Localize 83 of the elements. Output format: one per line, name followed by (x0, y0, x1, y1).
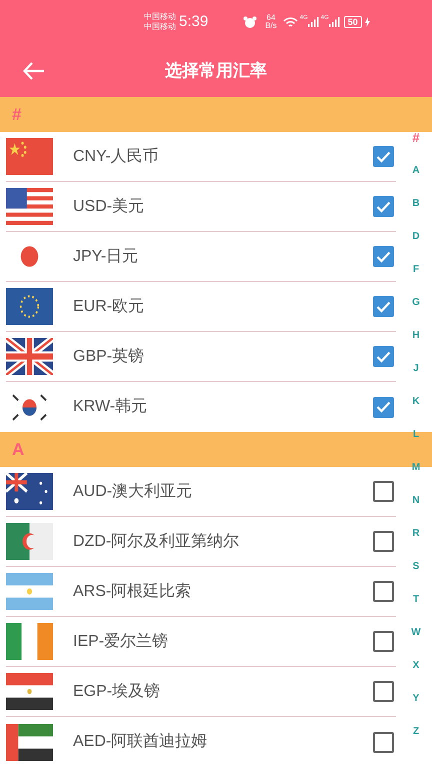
check-icon (376, 300, 391, 312)
currency-row[interactable]: EGP-埃及镑 (6, 667, 396, 717)
checkbox[interactable] (373, 531, 394, 552)
wifi-icon (282, 16, 298, 28)
currency-label: JPY-日元 (73, 246, 140, 266)
section-heading: A (12, 438, 24, 461)
clock-time: 5:39 (179, 12, 208, 32)
index-letter[interactable]: G (412, 286, 420, 319)
index-letter[interactable]: K (412, 385, 420, 418)
page-title: 选择常用汇率 (165, 60, 267, 82)
network-speed-unit: B/s (265, 22, 277, 30)
index-letter[interactable]: R (412, 517, 420, 550)
currency-label: AUD-澳大利亚元 (73, 482, 194, 502)
signal-icon (328, 17, 340, 27)
currency-row[interactable]: AUD-澳大利亚元 (6, 467, 396, 517)
flag-icon (6, 673, 53, 710)
checkbox[interactable] (373, 732, 394, 752)
checkbox[interactable] (373, 581, 394, 602)
index-letter[interactable]: A (412, 154, 420, 187)
index-letter[interactable]: Z (412, 715, 420, 748)
currency-row[interactable]: EUR-欧元 (6, 282, 396, 332)
currency-row[interactable]: GBP-英镑 (6, 332, 396, 382)
flag-icon (6, 523, 53, 560)
index-letter[interactable]: W (411, 616, 421, 649)
section-heading: # (12, 104, 22, 126)
index-letter[interactable]: J (413, 352, 419, 385)
currency-row[interactable]: ARS-阿根廷比索 (6, 567, 396, 617)
checkbox[interactable] (373, 681, 394, 702)
index-letter[interactable]: X (412, 649, 420, 682)
checkbox[interactable] (373, 396, 394, 418)
check-icon (376, 200, 391, 212)
check-icon (376, 401, 391, 413)
flag-icon (6, 473, 53, 510)
currency-label: AED-阿联酋迪拉姆 (73, 732, 208, 752)
index-letter[interactable]: F (412, 253, 420, 286)
checkbox[interactable] (373, 296, 394, 317)
index-letter[interactable]: # (412, 121, 420, 154)
carrier-label: 中国移动 (144, 12, 176, 22)
checkbox[interactable] (373, 481, 394, 502)
index-letter[interactable]: Y (412, 682, 420, 715)
currency-row[interactable]: DZD-阿尔及利亚第纳尔 (6, 517, 396, 567)
flag-icon (6, 188, 53, 225)
currency-row[interactable]: AED-阿联酋迪拉姆 (6, 717, 396, 767)
currency-label: EGP-埃及镑 (73, 682, 162, 702)
check-icon (376, 350, 391, 362)
currency-label: DZD-阿尔及利亚第纳尔 (73, 532, 240, 552)
flag-icon (6, 288, 53, 325)
network-speed: 64 (266, 14, 276, 22)
currency-label: GBP-英镑 (73, 346, 146, 366)
flag-icon (6, 338, 53, 375)
check-icon (376, 150, 391, 162)
currency-label: CNY-人民币 (73, 146, 160, 166)
currency-row[interactable]: USD-美元 (6, 182, 396, 232)
currency-label: ARS-阿根廷比索 (73, 582, 192, 602)
battery-indicator: 50 (344, 16, 362, 28)
charging-icon (364, 17, 370, 27)
flag-icon (6, 138, 53, 175)
checkbox[interactable] (373, 346, 394, 367)
carrier-label: 中国移动 (144, 22, 176, 32)
index-letter[interactable]: L (412, 418, 420, 451)
checkbox[interactable] (373, 146, 394, 167)
index-letter[interactable]: D (412, 220, 420, 253)
check-icon (376, 250, 391, 262)
currency-label: EUR-欧元 (73, 296, 146, 316)
currency-label: KRW-韩元 (73, 396, 148, 417)
flag-icon (6, 724, 53, 760)
flag-icon (6, 573, 53, 610)
index-letter[interactable]: T (412, 583, 420, 616)
index-letter[interactable]: B (412, 187, 420, 220)
currency-row[interactable]: JPY-日元 (6, 232, 396, 282)
currency-row[interactable]: KRW-韩元 (6, 382, 396, 432)
checkbox[interactable] (373, 196, 394, 217)
currency-row[interactable]: IEP-爱尔兰镑 (6, 617, 396, 667)
index-letter[interactable]: N (412, 484, 420, 517)
index-letter[interactable]: H (412, 319, 420, 352)
currency-label: USD-美元 (73, 196, 146, 216)
currency-label: IEP-爱尔兰镑 (73, 632, 170, 652)
currency-row[interactable]: CNY-人民币 (6, 132, 396, 182)
signal-icon (308, 17, 319, 27)
index-letter[interactable]: S (412, 550, 420, 583)
checkbox[interactable] (373, 631, 394, 652)
flag-icon (6, 623, 53, 660)
checkbox[interactable] (373, 246, 394, 267)
